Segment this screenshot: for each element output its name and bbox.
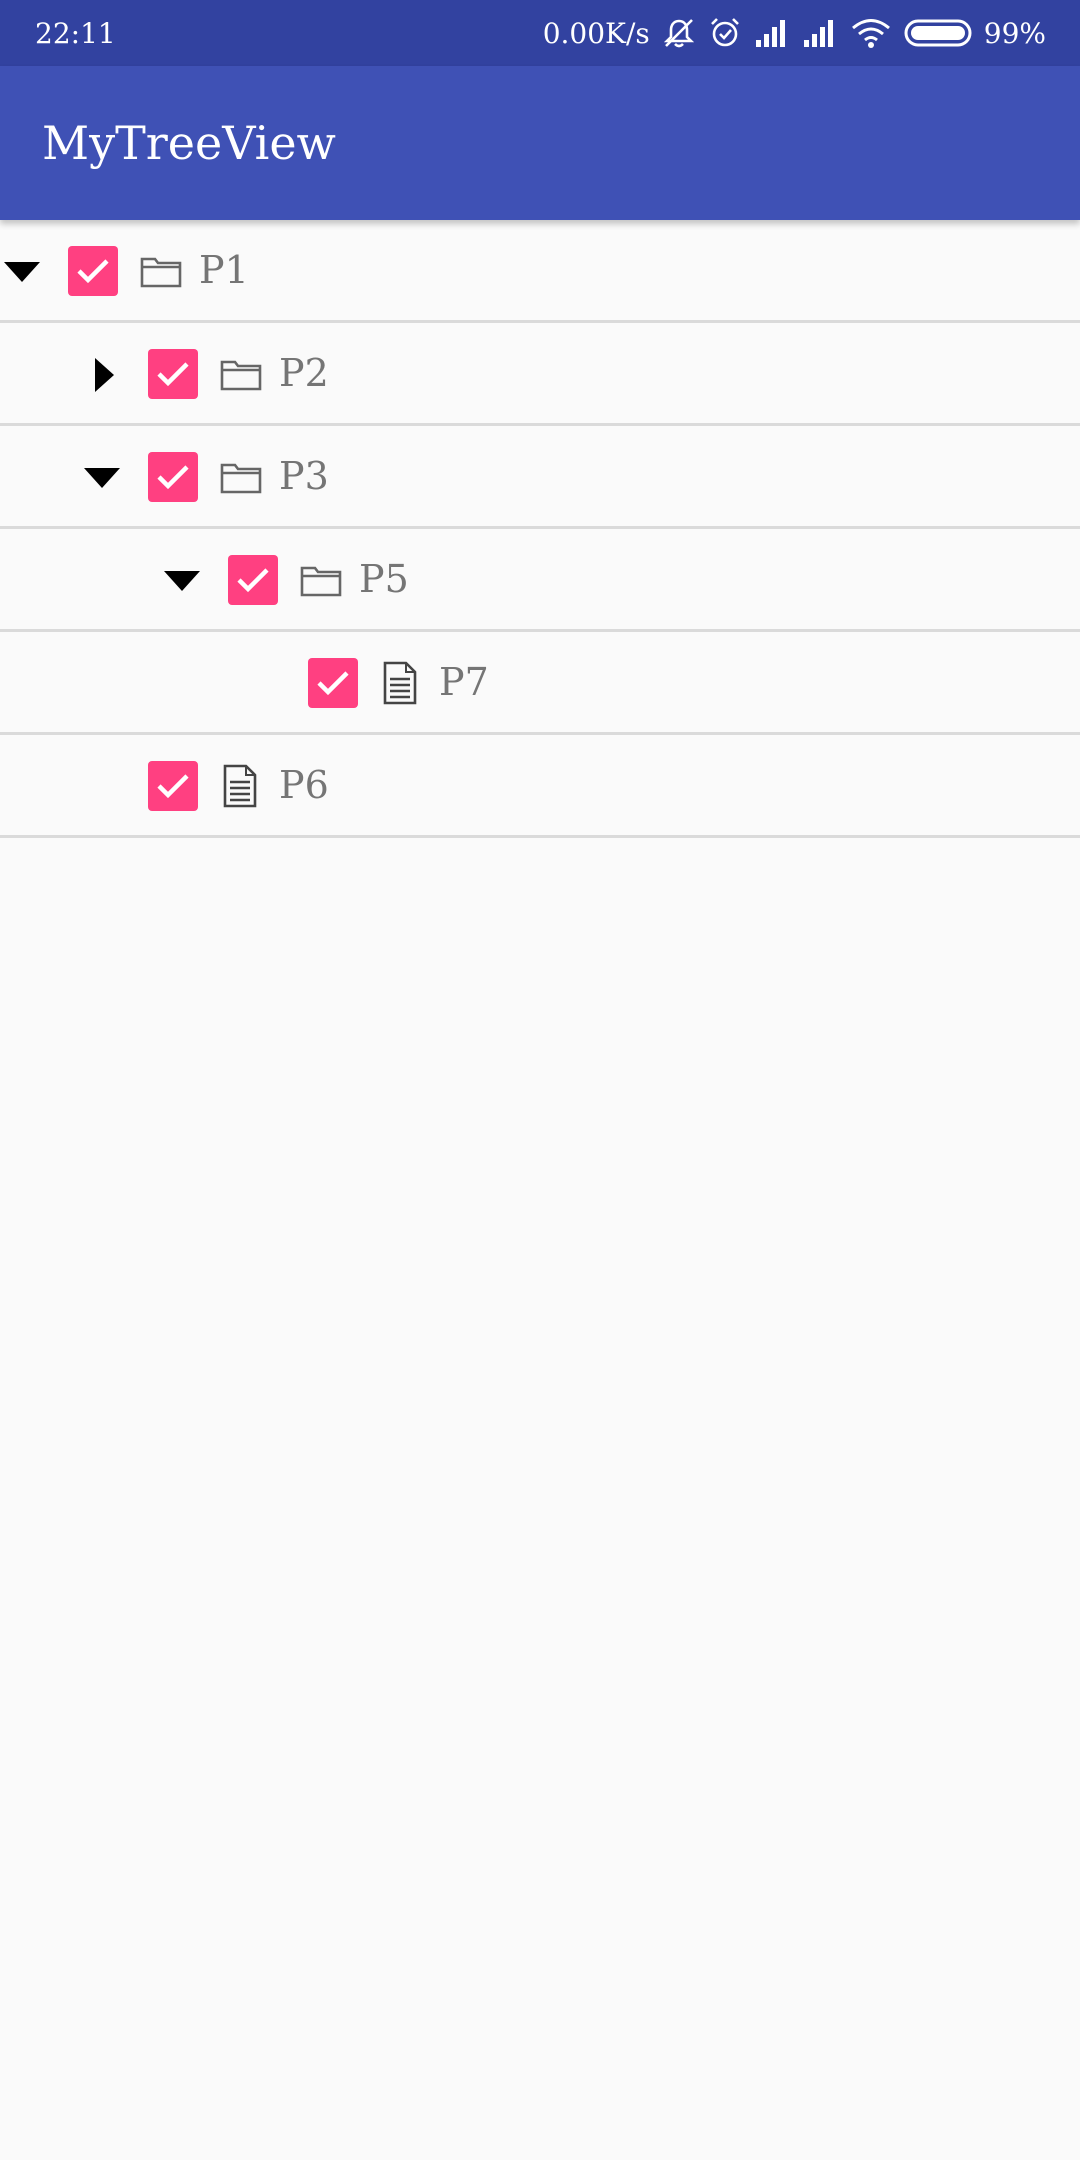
battery-percent: 99% xyxy=(983,16,1046,50)
mute-bell-icon xyxy=(662,17,696,49)
document-icon xyxy=(378,661,422,705)
node-label: P2 xyxy=(279,351,329,395)
checkmark-icon xyxy=(77,259,109,284)
checkbox-p7[interactable] xyxy=(308,658,358,708)
folder-icon xyxy=(299,559,343,601)
screen: 22:11 0.00K/s 99% MyTreeView P1 P2 P3 P5… xyxy=(0,0,1080,2160)
checkmark-icon xyxy=(157,465,189,490)
tree-row-p2[interactable]: P2 xyxy=(0,323,1080,426)
node-label: P1 xyxy=(199,248,249,292)
tree-list: P1 P2 P3 P5 P7 P6 xyxy=(0,220,1080,838)
node-label: P3 xyxy=(279,454,329,498)
node-label: P6 xyxy=(279,763,329,807)
net-speed: 0.00K/s xyxy=(542,16,650,50)
checkmark-icon xyxy=(237,568,269,593)
app-bar: MyTreeView xyxy=(0,66,1080,220)
tree-row-p1[interactable]: P1 xyxy=(0,220,1080,323)
checkbox-p2[interactable] xyxy=(148,349,198,399)
checkmark-icon xyxy=(317,671,349,696)
wifi-icon xyxy=(850,17,892,49)
tree-row-p3[interactable]: P3 xyxy=(0,426,1080,529)
checkbox-p1[interactable] xyxy=(68,246,118,296)
document-icon xyxy=(218,764,262,808)
tree-row-p7[interactable]: P7 xyxy=(0,632,1080,735)
battery-icon xyxy=(904,18,972,48)
node-label: P5 xyxy=(359,557,409,601)
caret-down-icon[interactable] xyxy=(0,250,44,294)
checkbox-p6[interactable] xyxy=(148,761,198,811)
caret-right-icon[interactable] xyxy=(82,353,126,397)
status-bar: 22:11 0.00K/s 99% xyxy=(0,0,1080,66)
folder-icon xyxy=(139,250,183,292)
node-label: P7 xyxy=(439,660,489,704)
tree-row-p5[interactable]: P5 xyxy=(0,529,1080,632)
app-title: MyTreeView xyxy=(42,116,336,170)
status-icons: 0.00K/s 99% xyxy=(531,0,1046,66)
signal-sim2-icon xyxy=(802,18,838,48)
tree-row-p6[interactable]: P6 xyxy=(0,735,1080,838)
checkbox-p5[interactable] xyxy=(228,555,278,605)
folder-icon xyxy=(219,353,263,395)
alarm-icon xyxy=(708,16,742,50)
signal-sim1-icon xyxy=(754,18,790,48)
status-time: 22:11 xyxy=(35,16,116,50)
checkbox-p3[interactable] xyxy=(148,452,198,502)
folder-icon xyxy=(219,456,263,498)
caret-down-icon[interactable] xyxy=(160,559,204,603)
caret-down-icon[interactable] xyxy=(80,456,124,500)
checkmark-icon xyxy=(157,362,189,387)
checkmark-icon xyxy=(157,774,189,799)
